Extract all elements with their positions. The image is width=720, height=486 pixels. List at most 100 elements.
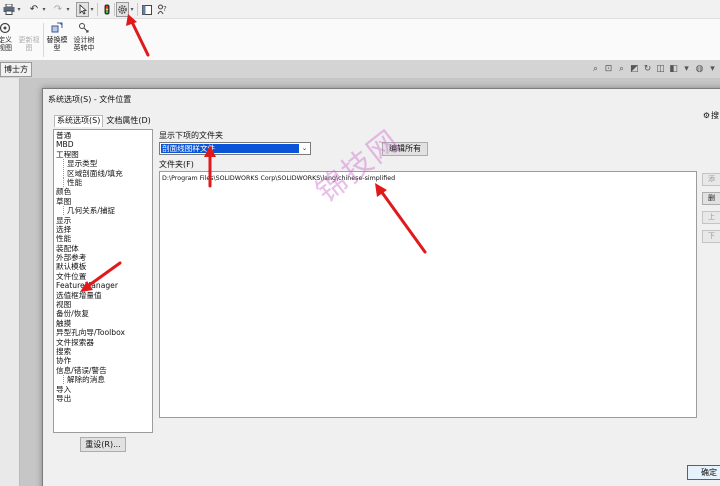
tree-item-label: 工程图 [56,149,79,159]
tree-item[interactable]: 普通 [54,131,152,140]
tree-item[interactable]: 区域剖面线/填充 [54,168,152,178]
tree-item-label: 视图 [56,300,72,310]
undo-icon[interactable]: ↶ [27,2,41,17]
tree-connector [63,177,65,187]
tree-item[interactable]: 装配体 [54,244,152,253]
window-layout-icon[interactable] [141,2,153,17]
tree-item-label: 导入 [56,384,72,394]
view-orientation-icon[interactable]: ◫ [655,63,666,75]
select-dropdown-icon[interactable]: ▾ [89,2,95,17]
delete-folder-button[interactable]: 删 [702,192,720,205]
tree-item-label: MBD [56,140,74,150]
tree-item[interactable]: 外部参考 [54,253,152,262]
display-style-icon[interactable]: ◧ [668,63,679,75]
tree-item-label: 搜索 [56,346,72,356]
tree-item[interactable]: 默认模板 [54,262,152,271]
replace-model-icon [51,21,63,35]
help-icon[interactable]: ? [156,2,168,17]
redo-icon[interactable]: ↷ [51,2,65,17]
tree-item[interactable]: 工程图 [54,150,152,159]
options-gear-icon[interactable] [116,2,129,17]
replace-model-button[interactable]: 替换模 型 [45,21,69,52]
ok-button[interactable]: 确定 [687,465,720,480]
replace-model-label: 替换模 型 [46,36,68,52]
traffic-light-icon[interactable] [101,2,113,17]
folder-path-item[interactable]: D:\Program Files\SOLIDWORKS Corp\SOLIDWO… [162,175,395,183]
options-dropdown-icon[interactable]: ▾ [129,2,135,17]
tree-item[interactable]: 信息/错误/警告 [54,366,152,375]
tree-item[interactable]: 选值框增量值 [54,291,152,300]
tree-item[interactable]: 显示 [54,216,152,225]
tree-item-label: 外部参考 [56,253,87,263]
toolbar-separator [114,3,115,16]
show-folders-select[interactable]: 剖面线图样文件 ⌄ [159,142,311,155]
tree-item[interactable]: 性能 [54,234,152,243]
ribbon-separator [43,23,44,57]
define-view-label: 定义 视图 [0,36,12,52]
design-tree-translate-button[interactable]: 设计树 英转中 [71,21,97,52]
tree-item[interactable]: 触摸 [54,319,152,328]
toolbar-separator [97,3,98,16]
hide-show-icon[interactable]: ◍ [694,63,705,75]
tab-document-properties[interactable]: 文档属性(D) [103,115,153,127]
tree-item[interactable]: 草图 [54,197,152,206]
tree-item[interactable]: 选择 [54,225,152,234]
tree-item[interactable]: 导出 [54,394,152,403]
show-folders-value: 剖面线图样文件 [161,144,299,153]
define-view-button[interactable]: 定义 视图 [0,21,15,52]
tree-item[interactable]: 文件位置 [54,272,152,281]
heads-up-view-toolbar: ⌕ ⊡ ⌕ ◩ ↻ ◫ ◧ ▾ ◍ ▾ [590,63,718,76]
dialog-tabs: 系统选项(S) 文档属性(D) [54,115,154,127]
undo-dropdown-icon[interactable]: ▾ [41,2,47,17]
tree-item-label: 性能 [67,177,83,187]
display-dropdown-icon[interactable]: ▾ [681,63,692,75]
search-zoom-icon[interactable]: ⌕ [590,63,601,75]
tree-item[interactable]: 搜索 [54,347,152,356]
tab-document[interactable]: 博士方通 [0,62,32,87]
tree-item-label: 信息/错误/警告 [56,365,107,375]
tree-item[interactable]: 性能 [54,177,152,187]
tree-connector [63,159,65,169]
section-view-icon[interactable]: ◩ [629,63,640,75]
more-dropdown-icon[interactable]: ▾ [707,63,718,75]
show-folders-label: 显示下项的文件夹 [159,131,223,140]
tree-item[interactable]: 显示类型 [54,159,152,169]
previous-view-icon[interactable]: ⌕ [616,63,627,75]
tree-connector [63,168,65,178]
add-folder-button[interactable]: 添 [702,173,720,186]
tree-connector [63,375,65,385]
select-cursor-icon[interactable] [76,2,89,17]
tree-item[interactable]: 解除的消息 [54,375,152,385]
chevron-down-icon[interactable]: ⌄ [300,144,309,153]
print-icon[interactable] [2,2,16,17]
edit-all-button[interactable]: 编辑所有 [382,142,428,156]
tree-item[interactable]: 几何关系/捕捉 [54,206,152,216]
tree-item[interactable]: 协作 [54,356,152,365]
reset-button[interactable]: 重设(R)... [80,437,126,452]
tree-item[interactable]: 视图 [54,300,152,309]
redo-dropdown-icon[interactable]: ▾ [65,2,71,17]
tab-system-options[interactable]: 系统选项(S) [54,115,104,127]
tree-item-label: 备份/恢复 [56,309,89,319]
update-view-button[interactable]: 更新视 图 [17,21,41,52]
tree-item[interactable]: 备份/恢复 [54,309,152,318]
tree-item[interactable]: MBD [54,140,152,149]
tree-item-label: 装配体 [56,243,79,253]
document-tabstrip: 博士方通 ⌕ ⊡ ⌕ ◩ ↻ ◫ ◧ ▾ ◍ ▾ [0,61,720,87]
tree-item[interactable]: 文件探索器 [54,338,152,347]
toolbar-separator [137,3,138,16]
zoom-area-icon[interactable]: ⊡ [603,63,614,75]
move-down-button[interactable]: 下 [702,230,720,243]
design-tree-translate-icon [78,21,90,35]
tree-item[interactable]: 颜色 [54,187,152,196]
print-dropdown-icon[interactable]: ▾ [16,2,22,17]
search-button[interactable]: ⚙ 搜 [703,110,719,121]
tree-item[interactable]: FeatureManager [54,281,152,290]
tree-item[interactable]: 导入 [54,385,152,394]
dynamic-annotation-icon[interactable]: ↻ [642,63,653,75]
folders-list[interactable]: D:\Program Files\SOLIDWORKS Corp\SOLIDWO… [159,171,697,418]
move-up-button[interactable]: 上 [702,211,720,224]
tree-item-label: 触摸 [56,318,72,328]
tree-item[interactable]: 异型孔向导/Toolbox [54,328,152,337]
tree-item-label: 异型孔向导/Toolbox [56,328,126,338]
